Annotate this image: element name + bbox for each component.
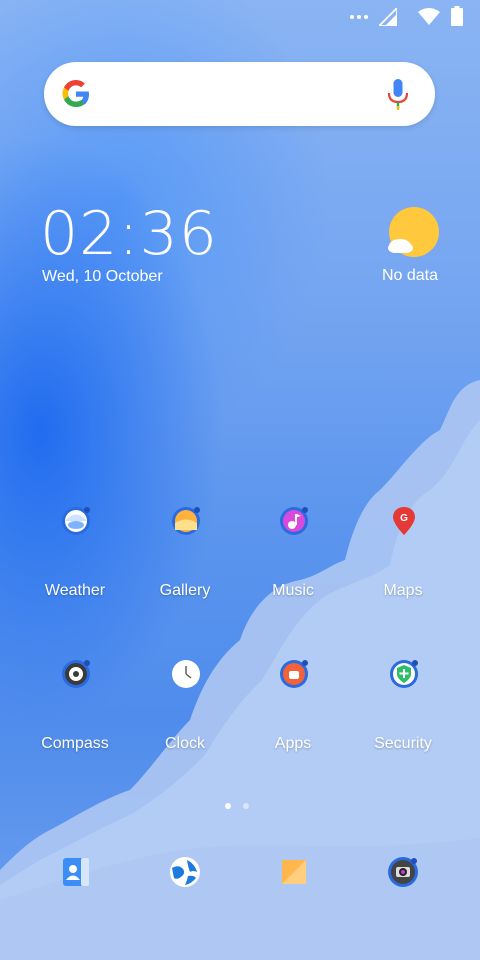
page-indicator xyxy=(225,803,249,809)
google-search-bar[interactable] xyxy=(44,62,435,126)
clock-icon xyxy=(172,660,200,688)
app-label: Maps xyxy=(383,582,423,599)
clock-time[interactable]: 02:36 xyxy=(40,198,218,270)
weather-status[interactable]: No data xyxy=(370,267,450,285)
notes-icon[interactable] xyxy=(278,856,310,888)
battery-icon xyxy=(451,6,463,26)
app-label: Compass xyxy=(41,735,109,752)
contacts-icon[interactable] xyxy=(60,856,92,888)
app-maps[interactable]: G Maps xyxy=(348,506,458,626)
app-gallery[interactable]: Gallery xyxy=(130,506,240,626)
camera-icon[interactable] xyxy=(387,856,419,888)
security-shield-icon xyxy=(390,660,418,688)
svg-text:G: G xyxy=(400,513,408,524)
app-label: Gallery xyxy=(159,582,211,599)
apps-store-icon xyxy=(280,660,308,688)
app-apps[interactable]: Apps xyxy=(238,659,348,779)
maps-pin-icon: G xyxy=(393,507,415,535)
app-label: Apps xyxy=(274,735,312,752)
app-label: Clock xyxy=(164,735,205,752)
page-dot xyxy=(243,803,249,809)
app-label: Music xyxy=(272,582,314,599)
google-g-icon xyxy=(62,80,89,107)
music-icon xyxy=(280,507,308,535)
weather-icon xyxy=(62,507,90,535)
app-weather[interactable]: Weather xyxy=(20,506,130,626)
app-security[interactable]: Security xyxy=(348,659,458,779)
cell-signal-icon xyxy=(379,8,397,26)
wifi-icon xyxy=(418,8,440,25)
more-dots-icon xyxy=(350,15,368,19)
app-label: Security xyxy=(374,735,432,752)
gallery-icon xyxy=(172,507,200,535)
app-compass[interactable]: Compass xyxy=(20,659,130,779)
app-label: Weather xyxy=(44,582,106,599)
sun-cloud-icon[interactable] xyxy=(386,206,440,260)
status-bar xyxy=(0,0,480,34)
wallpaper xyxy=(0,0,480,960)
browser-globe-icon[interactable] xyxy=(169,856,201,888)
microphone-icon[interactable] xyxy=(387,79,409,111)
page-dot-active xyxy=(225,803,231,809)
compass-icon xyxy=(62,660,90,688)
app-clock[interactable]: Clock xyxy=(130,659,240,779)
clock-date[interactable]: Wed, 10 October xyxy=(42,268,163,286)
app-music[interactable]: Music xyxy=(238,506,348,626)
